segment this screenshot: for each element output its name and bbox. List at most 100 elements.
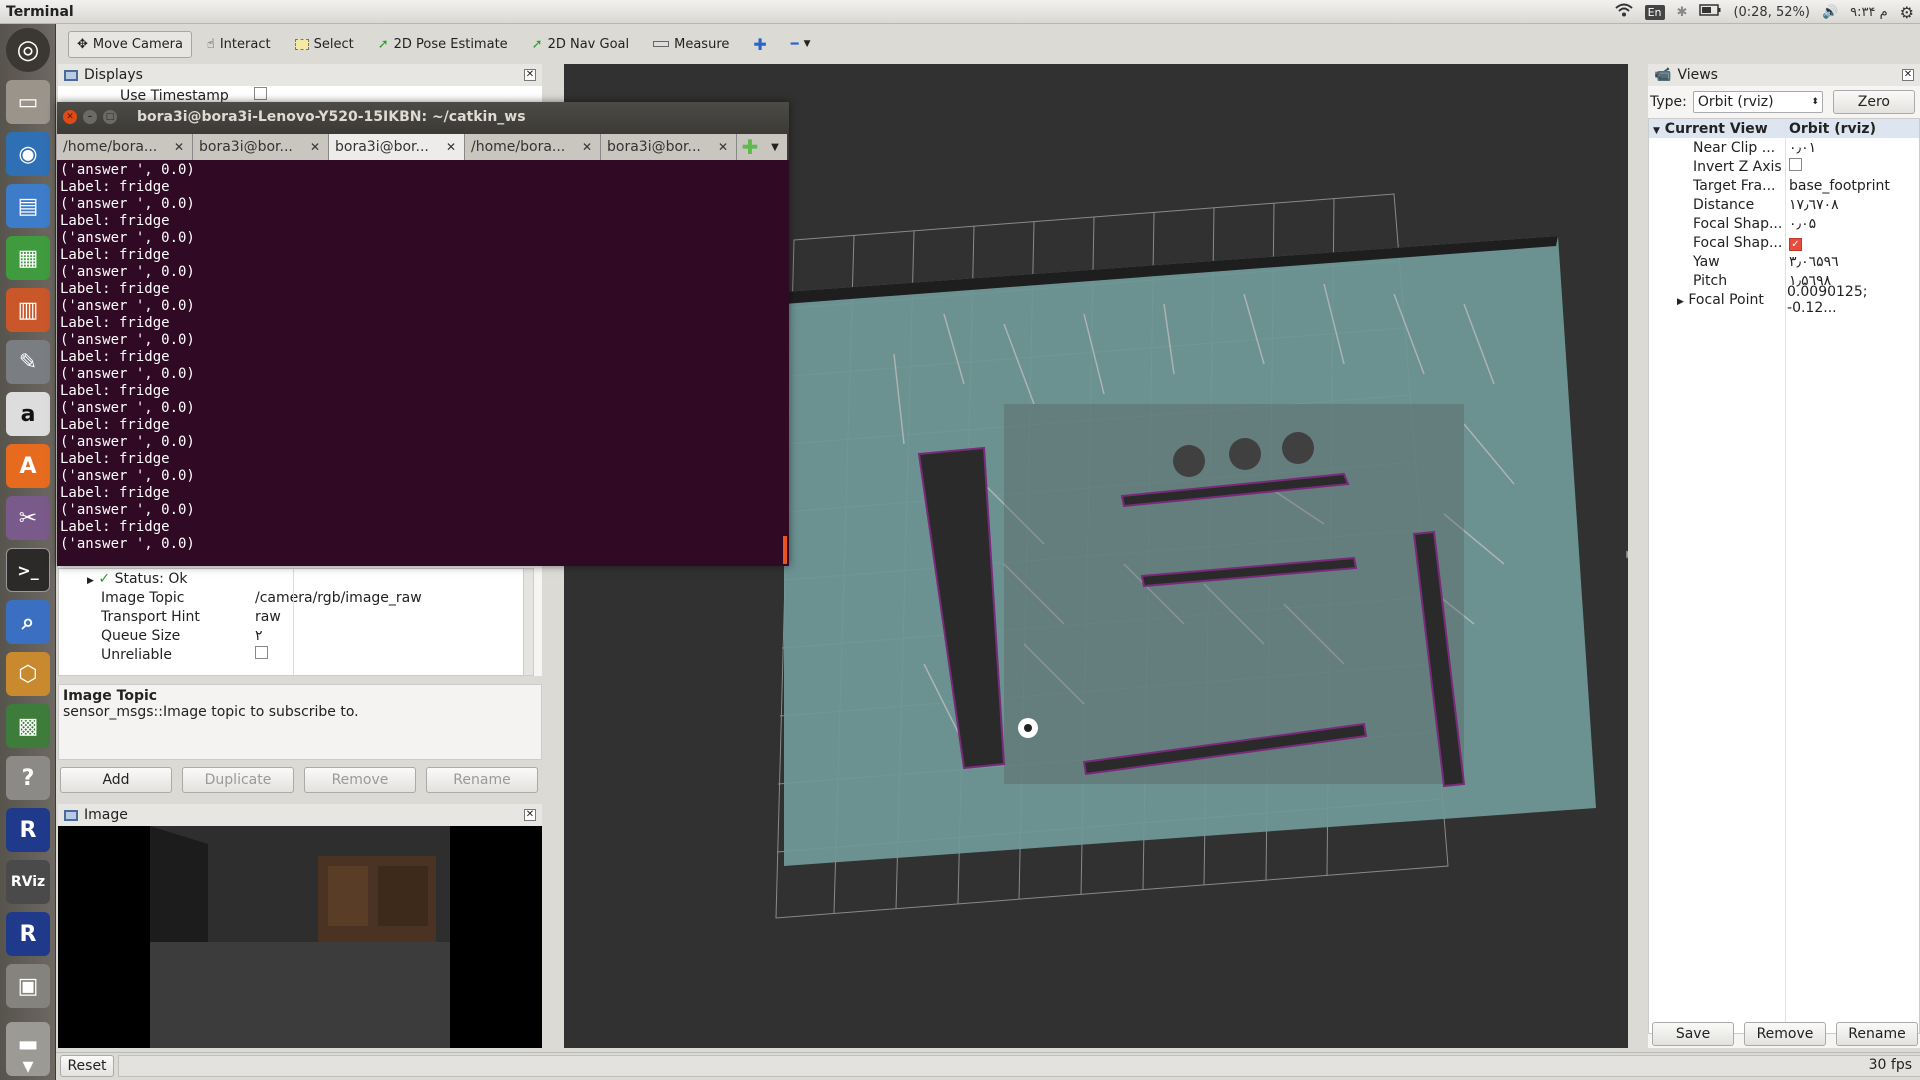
close-icon[interactable]: ✕ (524, 809, 536, 821)
pose-estimate-tool[interactable]: ➚ 2D Pose Estimate (369, 31, 517, 58)
libreoffice-calc-icon[interactable]: ▦ (6, 236, 50, 280)
search-tool-icon[interactable]: ⌕ (6, 600, 50, 644)
rename-display-button[interactable]: Rename (426, 767, 538, 793)
terminal-output[interactable]: ('answer ', 0.0) Label: fridge ('answer ',… (57, 160, 789, 566)
close-tab-icon[interactable]: ✕ (446, 140, 456, 154)
bluetooth-icon[interactable]: ✱ (1677, 5, 1688, 20)
ubuntu-dash-icon[interactable]: ◎ (6, 28, 50, 72)
add-display-button[interactable]: Add (60, 767, 172, 793)
clock[interactable]: ۹:۳۴ م (1850, 5, 1888, 20)
view-prop-row[interactable]: Distance ۱۷٫٦۷۰۸ (1649, 195, 1919, 214)
close-tab-icon[interactable]: ✕ (174, 140, 184, 154)
save-view-button[interactable]: Save (1652, 1022, 1734, 1046)
gazebo-icon[interactable]: ⬡ (6, 652, 50, 696)
invert-z-checkbox[interactable] (1789, 158, 1802, 171)
terminal-tab[interactable]: /home/bora... ✕ (57, 134, 193, 160)
display-prop-row[interactable]: Image Topic /camera/rgb/image_raw (59, 588, 533, 607)
zero-button[interactable]: Zero (1832, 90, 1915, 114)
view-prop-row[interactable]: Target Fra... base_footprint (1649, 176, 1919, 195)
close-icon[interactable]: ✕ (1902, 69, 1914, 81)
near-clip-value[interactable]: ۰٫۰۱ (1785, 140, 1816, 156)
trash-icon[interactable]: ▾ (6, 1054, 50, 1079)
close-tab-icon[interactable]: ✕ (582, 140, 592, 154)
target-frame-value[interactable]: base_footprint (1785, 178, 1890, 194)
nav-goal-tool[interactable]: ➚ 2D Nav Goal (523, 31, 638, 58)
terminal-tab-active[interactable]: bora3i@bor... ✕ (329, 134, 465, 160)
move-camera-tool[interactable]: ✥ Move Camera (68, 30, 192, 58)
expand-arrow-icon[interactable]: ▶ (87, 576, 94, 586)
rviz-icon[interactable]: RViz (6, 860, 50, 904)
terminal-icon[interactable]: >_ (6, 548, 50, 592)
system-monitor-icon[interactable]: ▩ (6, 704, 50, 748)
volume-icon[interactable]: 🔊 (1822, 5, 1838, 20)
display-prop-row[interactable]: Transport Hint raw (59, 607, 533, 626)
battery-status: (0:28, 52%) (1733, 4, 1810, 20)
scrollbar[interactable] (523, 569, 533, 675)
reset-button[interactable]: Reset (60, 1055, 114, 1077)
interact-tool[interactable]: ☝ Interact (198, 31, 280, 58)
keyboard-layout-indicator[interactable]: En (1644, 4, 1665, 20)
remove-tool-button[interactable]: ━ ▼ (782, 31, 820, 58)
expand-arrow-icon[interactable]: ▶ (1677, 297, 1684, 307)
view-prop-row[interactable]: Invert Z Axis (1649, 157, 1919, 176)
yaw-value[interactable]: ۳٫۰٦۵۹٦ (1785, 254, 1839, 270)
terminal-titlebar[interactable]: ✕ – □ bora3i@bora3i-Lenovo-Y520-15IKBN: … (57, 102, 789, 132)
focal-shape-size-value[interactable]: ۰٫۰۵ (1785, 216, 1816, 232)
file-manager-icon[interactable]: ▭ (6, 80, 50, 124)
terminal-line: ('answer ', 0.0) (60, 366, 195, 382)
tab-list-dropdown[interactable]: ▼ (763, 134, 787, 160)
maximize-window-icon[interactable]: □ (103, 110, 117, 124)
hand-cursor-icon: ☝ (206, 36, 215, 52)
remove-display-button[interactable]: Remove (304, 767, 416, 793)
collapse-arrow-icon[interactable]: ▼ (1653, 126, 1660, 136)
use-timestamp-checkbox[interactable] (254, 87, 267, 100)
view-prop-row[interactable]: Focal Shap... ✓ (1649, 233, 1919, 252)
close-icon[interactable]: ✕ (524, 69, 536, 81)
status-row[interactable]: ▶ ✓ Status: Ok (59, 569, 533, 588)
workspace-switcher-icon[interactable]: ▣ (6, 964, 50, 1008)
terminal-tab[interactable]: bora3i@bor... ✕ (193, 134, 329, 160)
focal-point-value[interactable]: 0.0090125; -0.12... (1783, 284, 1919, 316)
rqt-icon-2[interactable]: R (6, 912, 50, 956)
display-prop-row[interactable]: Queue Size ۲ (59, 626, 533, 645)
view-type-select[interactable]: Orbit (rviz) ⬍ (1692, 91, 1823, 113)
minimize-window-icon[interactable]: – (83, 110, 97, 124)
unreliable-checkbox[interactable] (255, 646, 268, 659)
current-view-row[interactable]: ▼ Current View Orbit (rviz) (1649, 119, 1919, 138)
battery-icon[interactable] (1699, 4, 1721, 20)
focal-shape-fixed-checkbox[interactable]: ✓ (1789, 237, 1802, 251)
select-tool[interactable]: Select (286, 31, 363, 58)
libreoffice-impress-icon[interactable]: ▥ (6, 288, 50, 332)
help-icon[interactable]: ? (6, 756, 50, 800)
chromium-browser-icon[interactable]: ◉ (6, 132, 50, 176)
close-tab-icon[interactable]: ✕ (718, 140, 728, 154)
rqt-icon-1[interactable]: R (6, 808, 50, 852)
settings-gear-icon[interactable]: ⚙ (1900, 3, 1914, 22)
type-label: Type: (1650, 94, 1687, 110)
view-prop-row[interactable]: ▶ Focal Point 0.0090125; -0.12... (1649, 284, 1919, 316)
libreoffice-writer-icon[interactable]: ▤ (6, 184, 50, 228)
terminal-tab[interactable]: bora3i@bor... ✕ (601, 134, 737, 160)
remove-view-button[interactable]: Remove (1744, 1022, 1826, 1046)
add-tool-button[interactable]: ✚ (744, 29, 775, 60)
display-prop-row[interactable]: Unreliable (59, 645, 533, 664)
view-prop-row[interactable]: Near Clip ... ۰٫۰۱ (1649, 138, 1919, 157)
view-prop-row[interactable]: Focal Shap... ۰٫۰۵ (1649, 214, 1919, 233)
wifi-icon[interactable] (1614, 3, 1633, 21)
collapse-panel-arrow-icon[interactable]: ▶ (1626, 549, 1628, 560)
close-tab-icon[interactable]: ✕ (310, 140, 320, 154)
system-settings-icon[interactable]: ✂ (6, 496, 50, 540)
new-tab-button[interactable]: ✚ (737, 134, 763, 160)
rename-view-button[interactable]: Rename (1836, 1022, 1918, 1046)
close-window-icon[interactable]: ✕ (63, 110, 77, 124)
view-prop-row[interactable]: Yaw ۳٫۰٦۵۹٦ (1649, 252, 1919, 271)
measure-tool[interactable]: Measure (644, 31, 738, 58)
amazon-icon[interactable]: a (6, 392, 50, 436)
terminal-tab[interactable]: /home/bora... ✕ (465, 134, 601, 160)
distance-value[interactable]: ۱۷٫٦۷۰۸ (1785, 197, 1839, 213)
duplicate-display-button[interactable]: Duplicate (182, 767, 294, 793)
views-panel: 📹 Views ✕ Type: Orbit (rviz) ⬍ Zero ▼ Cur… (1648, 64, 1920, 1048)
prop-key: Queue Size (101, 627, 181, 644)
text-editor-icon[interactable]: ✎ (6, 340, 50, 384)
software-center-icon[interactable]: A (6, 444, 50, 488)
